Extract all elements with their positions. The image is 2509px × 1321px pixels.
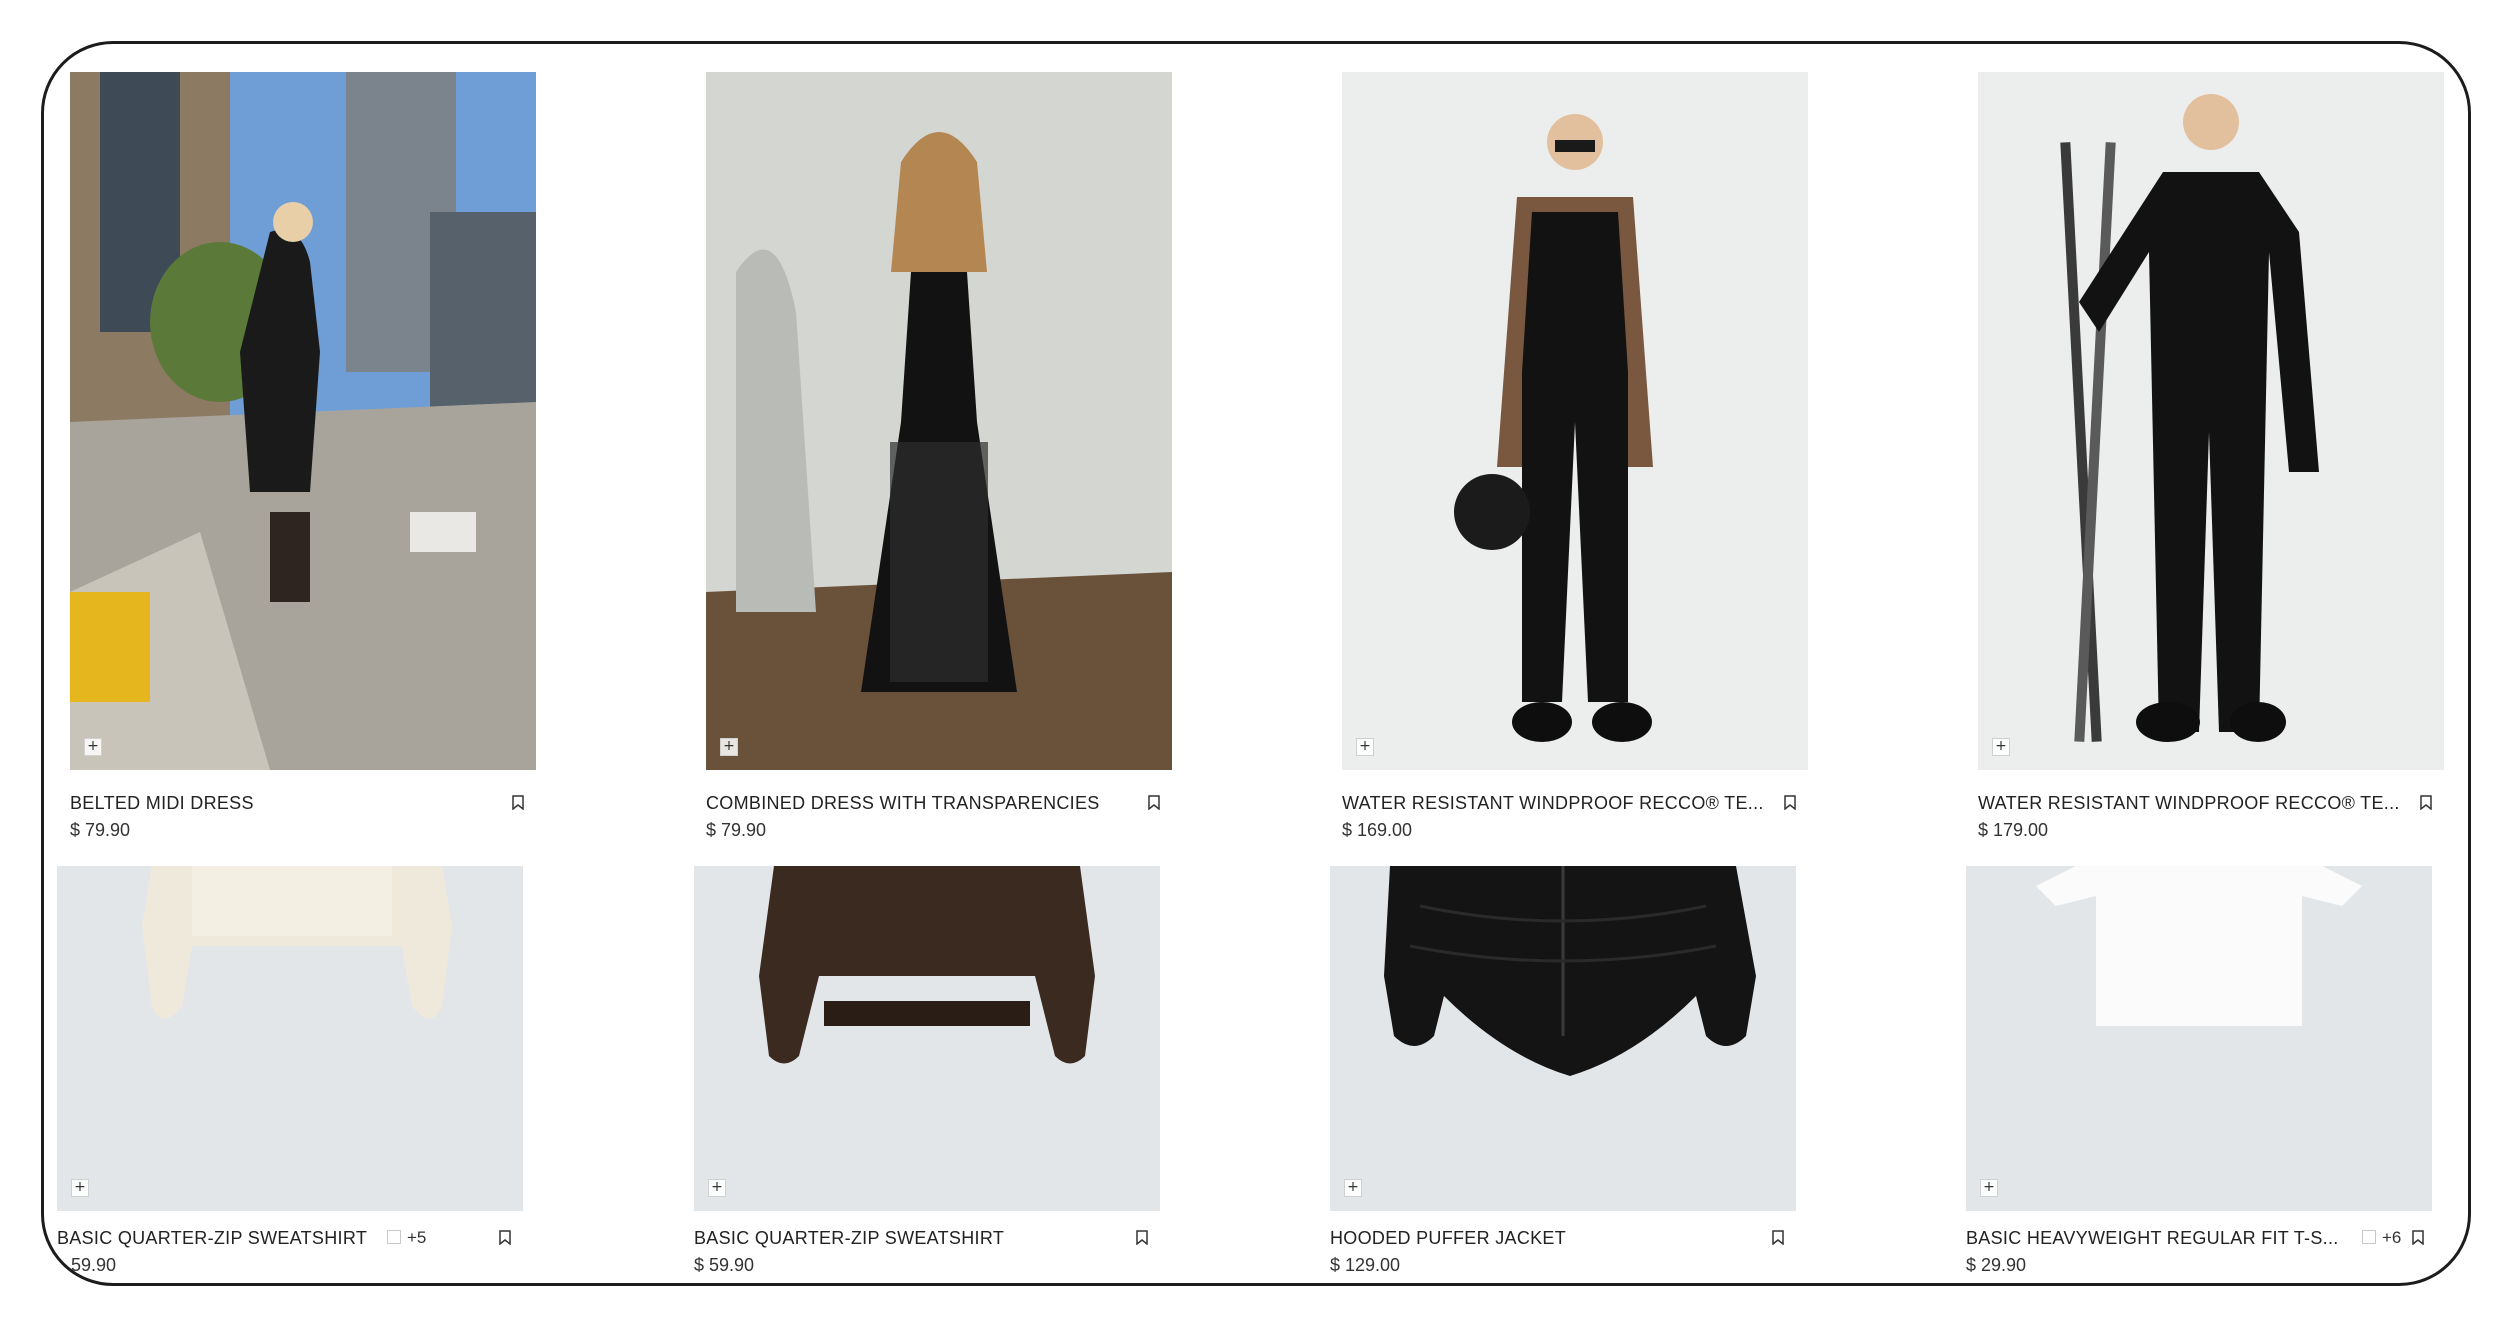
color-swatch-icon <box>387 1230 401 1244</box>
product-price: 59.90 <box>71 1255 117 1275</box>
product-name[interactable]: BELTED MIDI DRESS <box>70 793 254 814</box>
bookmark-icon[interactable] <box>512 795 524 810</box>
product-name[interactable]: HOODED PUFFER JACKET <box>1330 1228 1566 1249</box>
product-price: $ 29.90 <box>1966 1255 2027 1275</box>
add-to-cart-icon[interactable]: + <box>1344 1179 1362 1197</box>
more-colors-count: +6 <box>2382 1228 2402 1247</box>
product-image[interactable]: + <box>70 72 536 770</box>
product-image[interactable]: + <box>1330 866 1796 1211</box>
product-name[interactable]: BASIC QUARTER-ZIP SWEATSHIRT <box>694 1228 1004 1249</box>
add-to-cart-icon[interactable]: + <box>708 1179 726 1197</box>
add-to-cart-icon[interactable]: + <box>71 1179 89 1197</box>
more-colors-count: +5 <box>407 1228 427 1247</box>
product-image[interactable]: + <box>706 72 1172 770</box>
more-colors-badge[interactable]: +6 <box>2362 1228 2401 1248</box>
product-price: $ 179.00 <box>1978 820 2049 840</box>
color-swatch-icon <box>2362 1230 2376 1244</box>
add-to-cart-icon[interactable]: + <box>1356 738 1374 756</box>
product-name[interactable]: COMBINED DRESS WITH TRANSPARENCIES <box>706 793 1100 814</box>
bookmark-icon[interactable] <box>499 1230 511 1245</box>
product-image[interactable]: + <box>1342 72 1808 770</box>
product-name[interactable]: BASIC HEAVYWEIGHT REGULAR FIT T-S... <box>1966 1228 2339 1249</box>
product-price: $ 79.90 <box>706 820 767 840</box>
bookmark-icon[interactable] <box>2412 1230 2424 1245</box>
product-price: $ 169.00 <box>1342 820 1413 840</box>
product-image[interactable]: + <box>1978 72 2444 770</box>
product-price: $ 129.00 <box>1330 1255 1401 1275</box>
bookmark-icon[interactable] <box>1784 795 1796 810</box>
product-image[interactable]: + <box>1966 866 2432 1211</box>
add-to-cart-icon[interactable]: + <box>1992 738 2010 756</box>
bookmark-icon[interactable] <box>2420 795 2432 810</box>
product-name[interactable]: WATER RESISTANT WINDPROOF RECCO® TE... <box>1342 793 1764 814</box>
product-image[interactable]: + <box>57 866 523 1211</box>
add-to-cart-icon[interactable]: + <box>720 738 738 756</box>
product-price: $ 79.90 <box>70 820 131 840</box>
bookmark-icon[interactable] <box>1772 1230 1784 1245</box>
product-name[interactable]: BASIC QUARTER-ZIP SWEATSHIRT <box>57 1228 367 1249</box>
bookmark-icon[interactable] <box>1136 1230 1148 1245</box>
bookmark-icon[interactable] <box>1148 795 1160 810</box>
product-name[interactable]: WATER RESISTANT WINDPROOF RECCO® TE... <box>1978 793 2400 814</box>
add-to-cart-icon[interactable]: + <box>84 738 102 756</box>
product-image[interactable]: + <box>694 866 1160 1211</box>
more-colors-badge[interactable]: +5 <box>387 1228 426 1248</box>
product-grid-frame: + BELTED MIDI DRESS $ 79.90 + COMBINED D… <box>41 41 2471 1286</box>
add-to-cart-icon[interactable]: + <box>1980 1179 1998 1197</box>
product-price: $ 59.90 <box>694 1255 755 1275</box>
